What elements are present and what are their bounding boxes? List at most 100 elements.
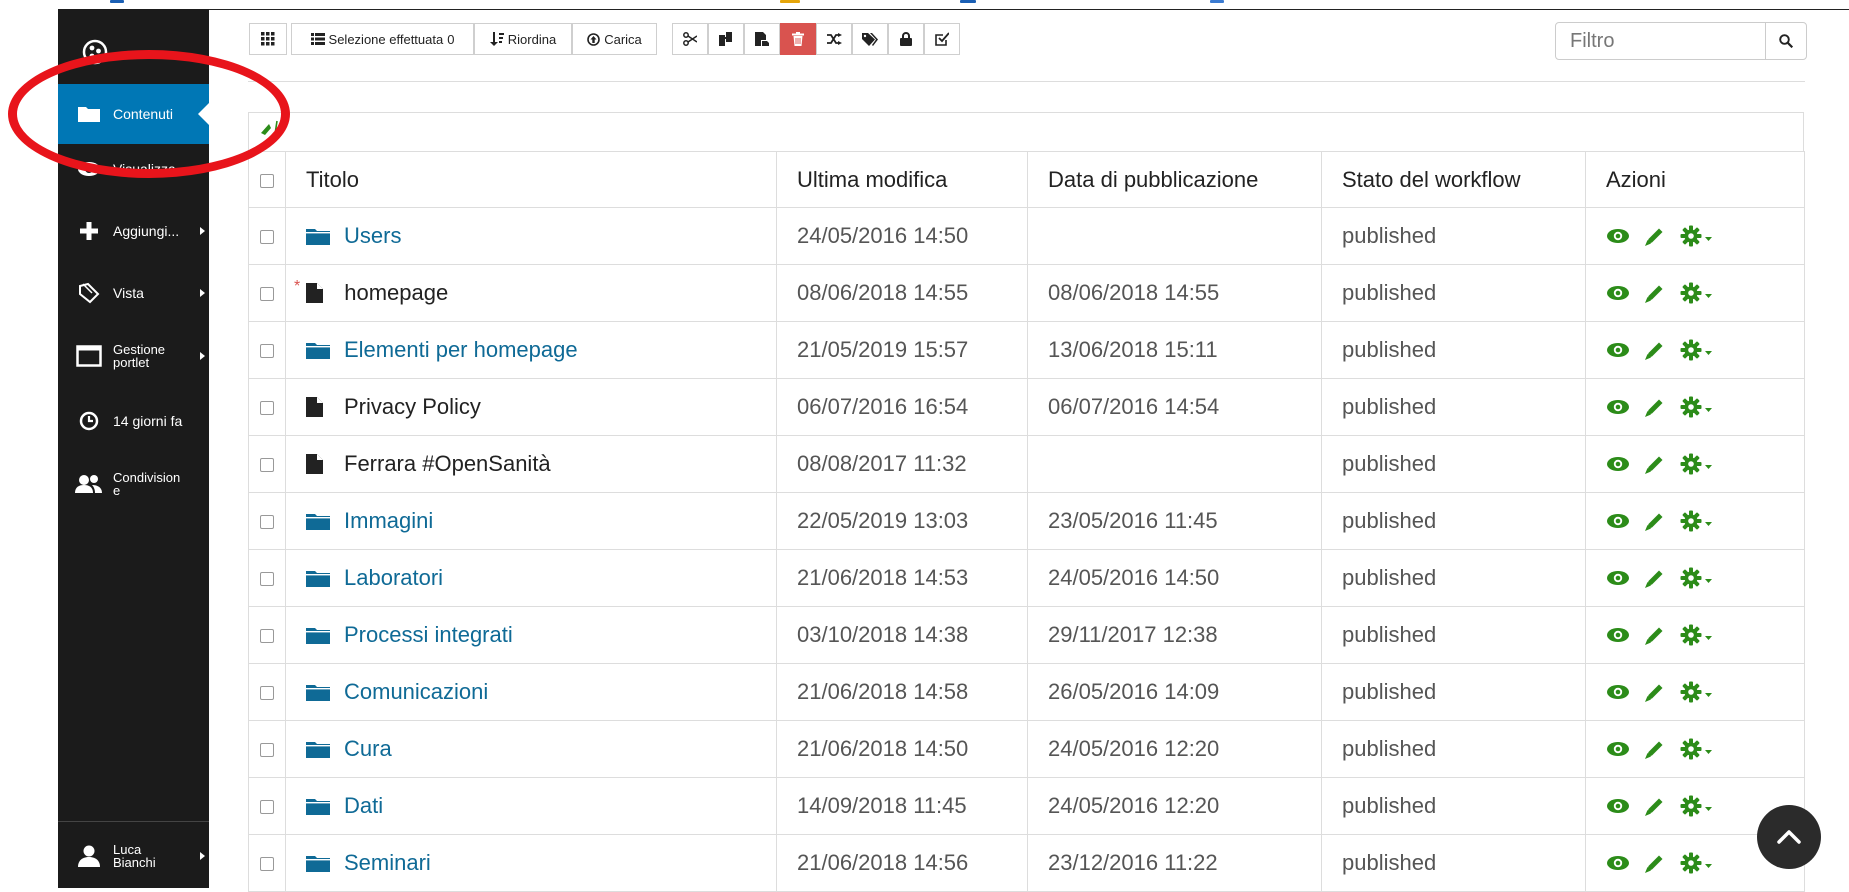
sidebar-item-aggiungi[interactable]: Aggiungi... [58,209,209,253]
row-checkbox[interactable] [260,857,274,872]
column-header-state[interactable]: Stato del workflow [1321,151,1586,208]
table-row[interactable]: Processi integrati 03/10/2018 14:38 29/11/… [248,606,1805,664]
view-action[interactable] [1606,456,1630,472]
view-action[interactable] [1606,684,1630,700]
settings-action[interactable] [1680,282,1714,304]
table-row[interactable]: Cura 21/06/2018 14:50 24/05/2016 12:20 publ… [248,720,1805,778]
table-row[interactable]: Immagini 22/05/2019 13:03 23/05/2016 11:45… [248,492,1805,550]
workflow-button[interactable] [924,23,960,55]
edit-action[interactable] [1644,282,1666,304]
view-action[interactable] [1606,285,1630,301]
edit-action[interactable] [1644,510,1666,532]
edit-action[interactable] [1644,453,1666,475]
view-action[interactable] [1606,570,1630,586]
select-all-toggle-button[interactable] [249,23,287,55]
view-action[interactable] [1606,855,1630,871]
edit-action[interactable] [1644,396,1666,418]
item-title-link[interactable]: homepage [344,280,448,306]
item-title-link[interactable]: Dati [344,793,383,819]
item-title-link[interactable]: Seminari [344,850,431,876]
item-title-link[interactable]: Privacy Policy [344,394,481,420]
item-title-link[interactable]: Ferrara #OpenSanità [344,451,551,477]
row-checkbox[interactable] [260,572,274,587]
filter-search-button[interactable] [1765,22,1807,60]
view-action[interactable] [1606,342,1630,358]
row-checkbox[interactable] [260,686,274,701]
row-checkbox[interactable] [260,344,274,359]
table-row[interactable]: Dati 14/09/2018 11:45 24/05/2016 12:20 publ… [248,777,1805,835]
table-row[interactable]: Elementi per homepage 21/05/2019 15:57 13/… [248,321,1805,379]
column-header-modified[interactable]: Ultima modifica [776,151,1028,208]
settings-action[interactable] [1680,681,1714,703]
sidebar-item-vista[interactable]: Vista [58,271,209,315]
edit-action[interactable] [1644,225,1666,247]
settings-action[interactable] [1680,624,1714,646]
item-title-link[interactable]: Processi integrati [344,622,513,648]
column-header-title[interactable]: Titolo [285,151,777,208]
sidebar-item-user[interactable]: Luca Bianchi [58,831,209,881]
rename-button[interactable] [816,23,852,55]
edit-action[interactable] [1644,339,1666,361]
table-row[interactable]: Users 24/05/2016 14:50 published [248,207,1805,265]
row-checkbox[interactable] [260,743,274,758]
row-checkbox[interactable] [260,287,274,302]
row-checkbox[interactable] [260,800,274,815]
item-title-link[interactable]: Users [344,223,401,249]
edit-action[interactable] [1644,852,1666,874]
settings-action[interactable] [1680,567,1714,589]
edit-action[interactable] [1644,624,1666,646]
settings-action[interactable] [1680,225,1714,247]
row-checkbox[interactable] [260,230,274,245]
settings-action[interactable] [1680,852,1714,874]
tags-button[interactable] [852,23,888,55]
paste-button[interactable] [744,23,780,55]
edit-action[interactable] [1644,681,1666,703]
view-action[interactable] [1606,798,1630,814]
settings-action[interactable] [1680,510,1714,532]
row-checkbox[interactable] [260,629,274,644]
view-action[interactable] [1606,228,1630,244]
reorder-button[interactable]: Riordina [474,23,572,55]
table-row[interactable]: Laboratori 21/06/2018 14:53 24/05/2016 14:… [248,549,1805,607]
table-row[interactable]: Ferrara #OpenSanità 08/08/2017 11:32 publi… [248,435,1805,493]
settings-action[interactable] [1680,795,1714,817]
settings-action[interactable] [1680,738,1714,760]
view-action[interactable] [1606,741,1630,757]
sidebar-item-condivisione[interactable]: Condivisione [58,459,209,509]
column-header-published[interactable]: Data di pubblicazione [1027,151,1322,208]
table-row[interactable]: * homepage 08/06/2018 14:55 08/06/2018 14:5… [248,264,1805,322]
item-title-link[interactable]: Laboratori [344,565,443,591]
edit-action[interactable] [1644,795,1666,817]
table-row[interactable]: Comunicazioni 21/06/2018 14:58 26/05/2016 … [248,663,1805,721]
row-checkbox[interactable] [260,458,274,473]
lock-button[interactable] [888,23,924,55]
view-action[interactable] [1606,627,1630,643]
cut-button[interactable] [672,23,708,55]
delete-button[interactable] [780,23,816,55]
settings-action[interactable] [1680,339,1714,361]
item-title-link[interactable]: Cura [344,736,392,762]
sidebar-item-gestione-portlet[interactable]: Gestione portlet [58,331,209,381]
settings-gear-icon [1680,738,1712,760]
edit-action[interactable] [1644,738,1666,760]
filter-input[interactable] [1555,22,1766,60]
item-title-link[interactable]: Comunicazioni [344,679,488,705]
row-select-cell [248,435,286,493]
row-checkbox[interactable] [260,401,274,416]
copy-button[interactable] [708,23,744,55]
selection-button[interactable]: Selezione effettuata 0 [291,23,474,55]
settings-action[interactable] [1680,453,1714,475]
view-action[interactable] [1606,399,1630,415]
table-row[interactable]: Privacy Policy 06/07/2016 16:54 06/07/2016… [248,378,1805,436]
row-checkbox[interactable] [260,515,274,530]
select-all-checkbox[interactable] [260,173,274,188]
item-title-link[interactable]: Immagini [344,508,433,534]
sidebar-item-cronologia[interactable]: 14 giorni fa [58,399,209,443]
settings-action[interactable] [1680,396,1714,418]
item-title-link[interactable]: Elementi per homepage [344,337,578,363]
edit-action[interactable] [1644,567,1666,589]
table-row[interactable]: Seminari 21/06/2018 14:56 23/12/2016 11:22… [248,834,1805,892]
scroll-to-top-button[interactable] [1757,805,1821,869]
upload-button[interactable]: Carica [572,23,657,55]
view-action[interactable] [1606,513,1630,529]
